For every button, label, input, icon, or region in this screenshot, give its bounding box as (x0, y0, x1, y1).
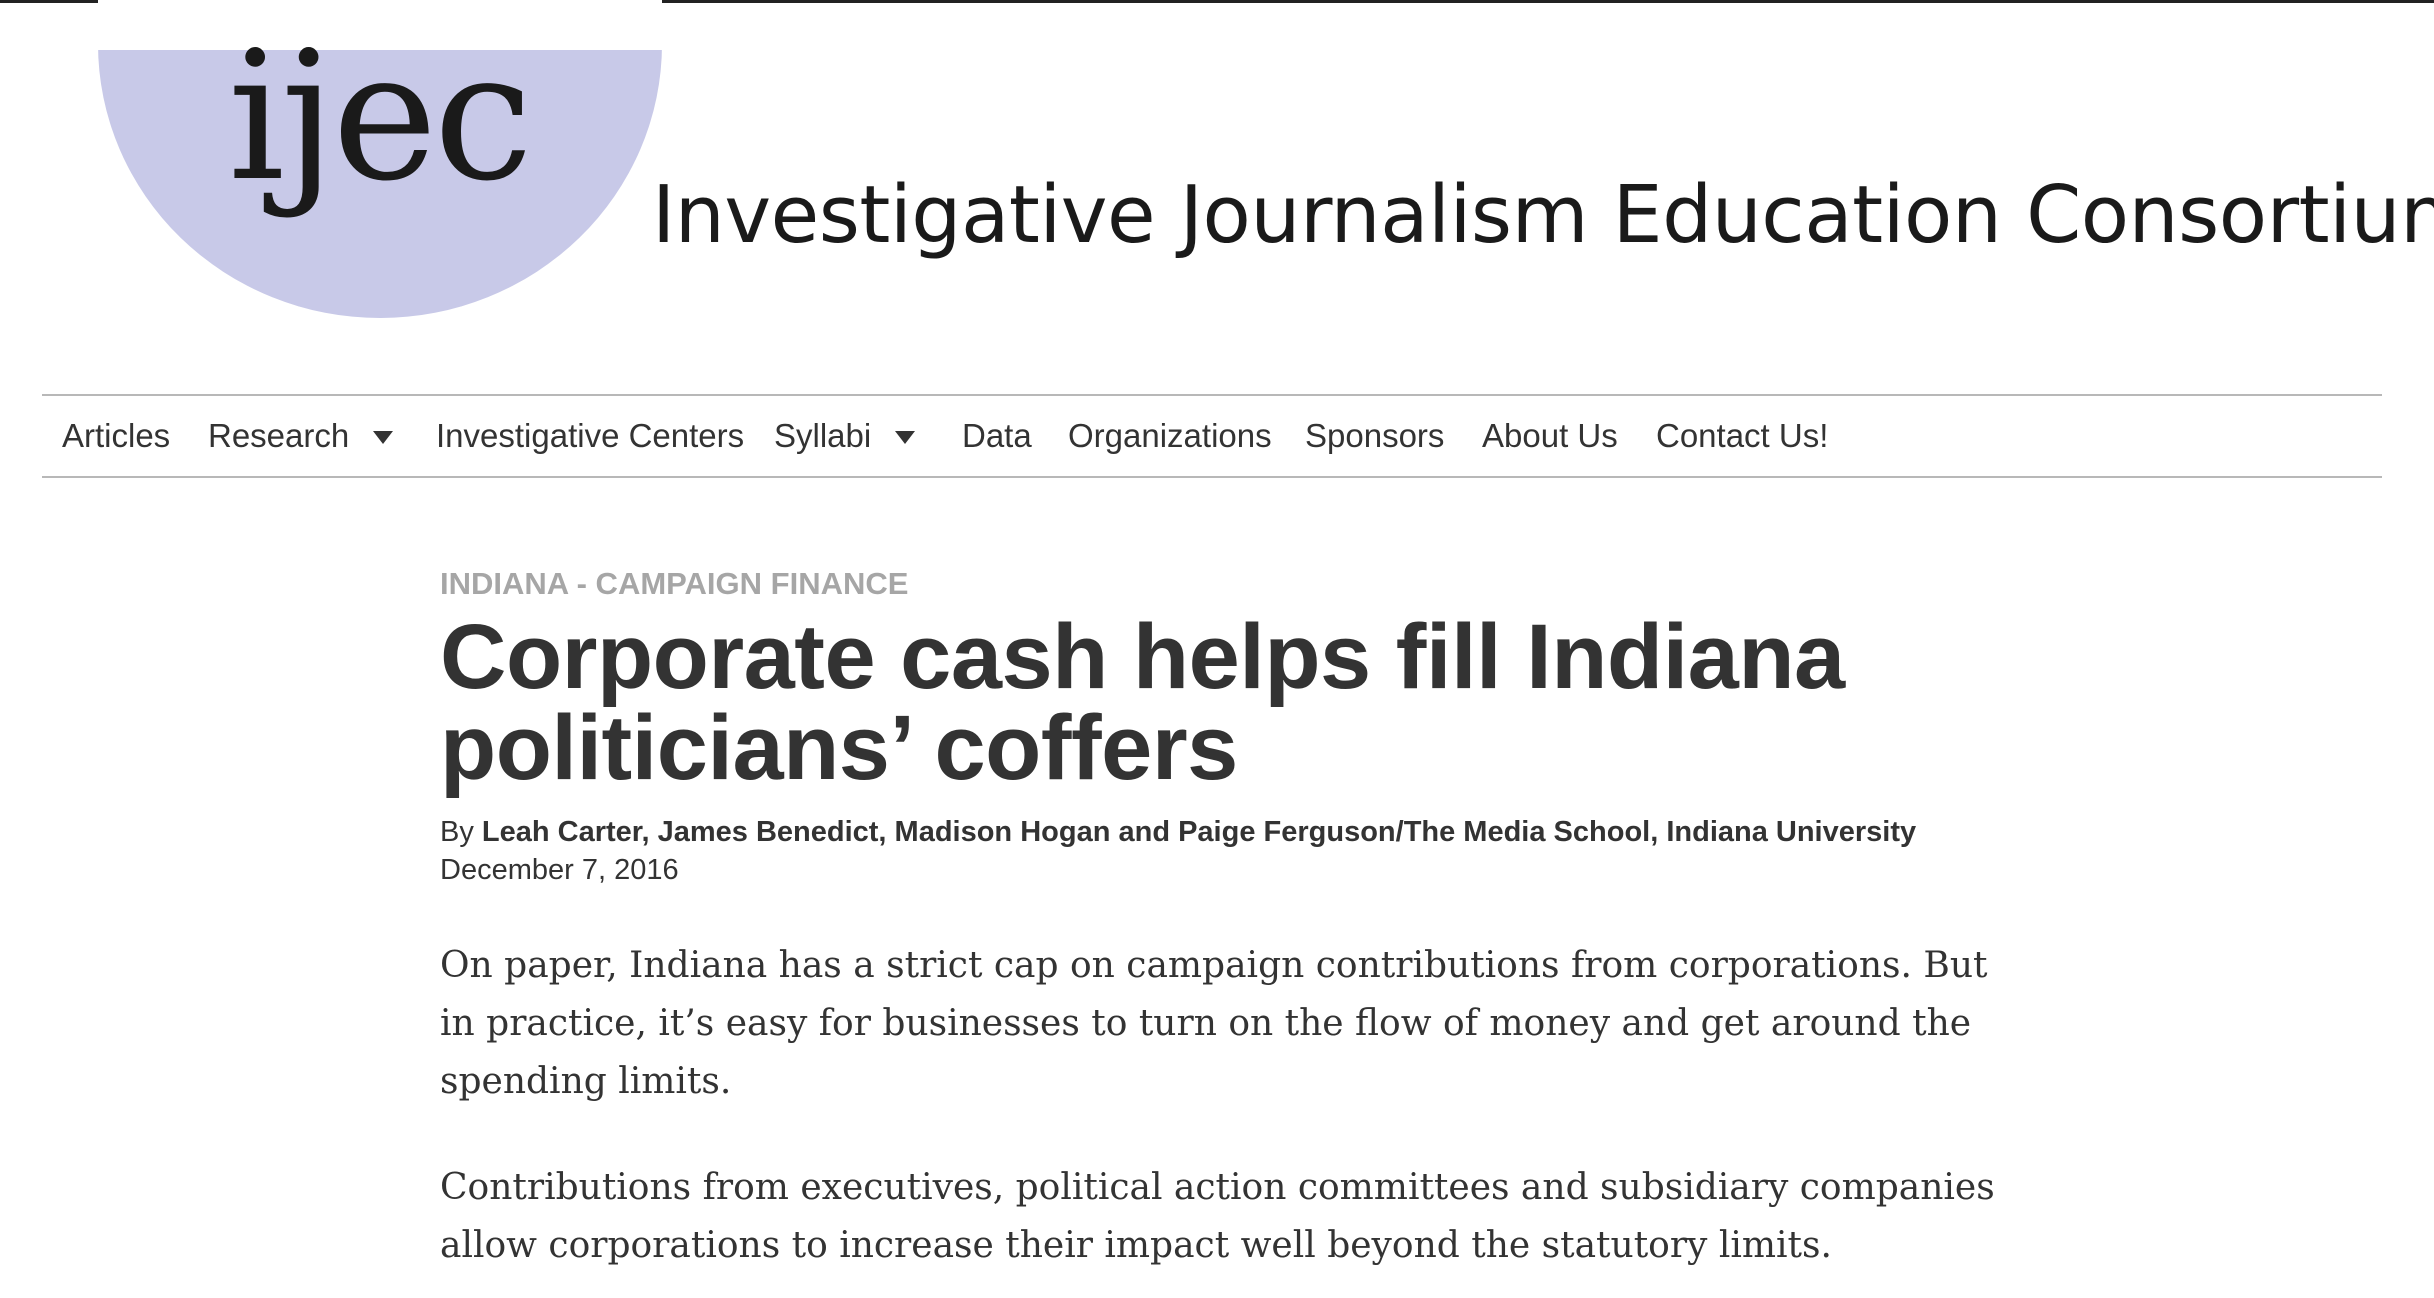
site-title[interactable]: Investigative Journalism Education Conso… (652, 176, 2434, 255)
nav-item-sponsors[interactable]: Sponsors (1305, 396, 1444, 476)
nav-item-label: Organizations (1068, 417, 1272, 454)
article-paragraph: On paper, Indiana has a strict cap on ca… (440, 945, 1988, 1102)
nav-item-organizations[interactable]: Organizations (1068, 396, 1272, 476)
caret-down-icon (373, 430, 394, 444)
nav-item-label: Research (208, 417, 350, 454)
nav-item-data[interactable]: Data (962, 396, 1032, 476)
article-category[interactable]: INDIANA - CAMPAIGN FINANCE (440, 566, 908, 602)
article-byline: By Leah Carter, James Benedict, Madison … (440, 816, 1916, 849)
nav-item-label: Data (962, 417, 1032, 454)
nav-item-contact-us[interactable]: Contact Us! (1656, 396, 1828, 476)
nav-item-label: Sponsors (1305, 417, 1445, 454)
nav-item-research[interactable]: Research (208, 396, 394, 476)
nav-item-syllabi[interactable]: Syllabi (774, 396, 916, 476)
byline-prefix: By (440, 816, 482, 848)
nav-item-label: Syllabi (774, 417, 872, 454)
nav-item-label: Investigative Centers (436, 417, 745, 454)
nav-item-label: About Us (1482, 417, 1618, 454)
nav-item-label: Articles (62, 417, 171, 454)
nav-item-investigative-centers[interactable]: Investigative Centers (436, 396, 744, 476)
article-paragraph: Contributions from executives, political… (440, 1167, 1995, 1266)
main-nav: Articles Research Investigative Centers … (42, 394, 2382, 478)
caret-down-icon (895, 430, 916, 444)
site-logo[interactable]: ijec (228, 28, 533, 206)
nav-item-articles[interactable]: Articles (62, 396, 170, 476)
byline-authors: Leah Carter, James Benedict, Madison Hog… (481, 816, 1917, 848)
article-headline: Corporate cash helps fill Indiana politi… (440, 606, 1845, 799)
article-date: December 7, 2016 (440, 854, 679, 886)
nav-item-label: Contact Us! (1656, 417, 1829, 454)
nav-item-about-us[interactable]: About Us (1482, 396, 1618, 476)
